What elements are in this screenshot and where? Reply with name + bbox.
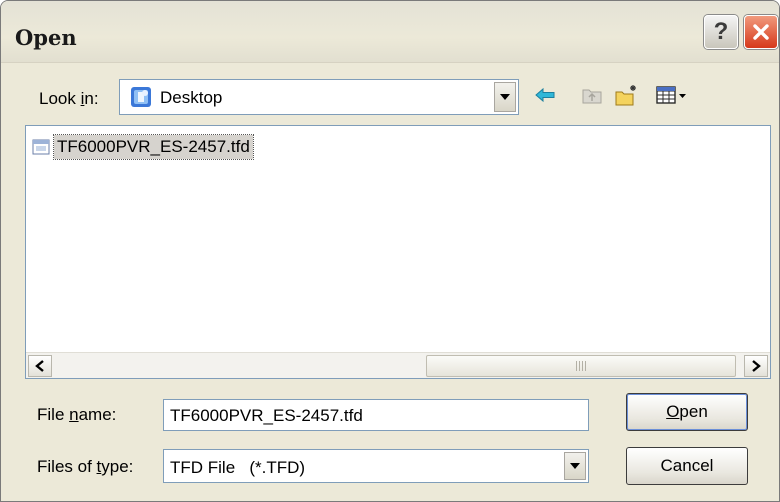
back-button[interactable] <box>531 81 559 109</box>
look-in-label: Look in: <box>39 89 99 108</box>
look-in-dropdown-button[interactable] <box>494 82 516 112</box>
chevron-left-icon <box>35 360 44 372</box>
chevron-right-icon <box>752 360 761 372</box>
file-type-dropdown[interactable]: TFD File (*.TFD) <box>163 449 589 483</box>
close-button[interactable] <box>744 15 778 49</box>
list-item[interactable]: TF6000PVR_ES-2457.tfd <box>32 134 254 160</box>
help-button[interactable]: ? <box>704 15 738 49</box>
up-folder-icon <box>582 89 602 104</box>
file-list[interactable]: TF6000PVR_ES-2457.tfd <box>25 125 771 379</box>
desktop-icon <box>131 87 151 107</box>
views-menu-icon <box>656 86 686 104</box>
grip-icon <box>576 361 586 371</box>
scroll-right-button[interactable] <box>744 355 768 377</box>
look-in-value: Desktop <box>160 88 223 107</box>
chevron-down-icon <box>500 94 510 100</box>
up-folder-button[interactable] <box>578 81 606 109</box>
file-icon <box>32 139 50 155</box>
back-arrow-icon <box>535 87 555 103</box>
file-name: TF6000PVR_ES-2457.tfd <box>53 134 254 160</box>
file-name-input[interactable]: TF6000PVR_ES-2457.tfd <box>163 399 589 431</box>
new-folder-button[interactable] <box>613 81 641 109</box>
dialog-title: Open <box>15 25 77 50</box>
views-menu-button[interactable] <box>655 81 691 109</box>
file-type-label: Files of type: <box>37 457 134 476</box>
scrollbar-thumb[interactable] <box>426 355 736 377</box>
new-folder-icon <box>615 85 636 106</box>
help-icon: ? <box>713 18 729 45</box>
close-icon <box>753 24 769 40</box>
chevron-down-icon <box>570 463 580 469</box>
file-type-dropdown-button[interactable] <box>564 452 586 480</box>
cancel-button[interactable]: Cancel <box>626 447 748 485</box>
file-type-value: TFD File (*.TFD) <box>170 458 306 477</box>
file-name-label: File name: <box>37 405 117 424</box>
title-bar[interactable]: Open ? <box>1 1 779 63</box>
open-button[interactable]: Open <box>626 393 748 431</box>
horizontal-scrollbar[interactable] <box>26 352 770 378</box>
look-in-dropdown[interactable]: Desktop <box>119 79 519 115</box>
scroll-left-button[interactable] <box>28 355 52 377</box>
open-dialog: Open ? Look in: Desktop TF6000PVR_ES-245… <box>0 0 780 502</box>
